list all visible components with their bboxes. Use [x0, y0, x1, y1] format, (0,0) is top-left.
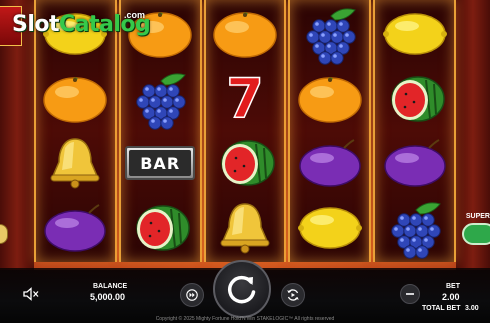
bet-value: 2.00 [442, 292, 460, 302]
plum-symbol [291, 133, 369, 193]
balance-value: 5,000.00 [90, 292, 126, 302]
grapes-symbol [376, 198, 454, 259]
super-label: SUPER [465, 213, 490, 220]
bell-symbol [36, 133, 114, 193]
total-bet-value: 3.00 [465, 305, 479, 312]
plum-symbol [36, 198, 114, 258]
reel-5 [373, 0, 456, 262]
lemon-symbol [376, 4, 454, 64]
turbo-icon [186, 289, 198, 301]
reel-3: 7 [203, 0, 287, 262]
grapes-symbol [291, 4, 369, 65]
bell-symbol [206, 198, 284, 258]
orange-symbol [36, 69, 114, 129]
orange-symbol [206, 4, 284, 64]
watermark-logo: SlotCatalog .com [4, 4, 154, 48]
reel-4 [288, 0, 372, 262]
plum-symbol [376, 133, 454, 193]
super-toggle[interactable] [462, 223, 490, 245]
bar-symbol-text: BAR [140, 153, 181, 173]
orange-symbol [291, 69, 369, 129]
watermark-suffix: .com [124, 10, 146, 20]
balance-label: BALANCE [93, 283, 128, 290]
sound-button[interactable] [18, 281, 44, 307]
autoplay-button[interactable] [281, 283, 305, 307]
grapes-symbol [121, 69, 199, 130]
turbo-button[interactable] [180, 283, 204, 307]
watermelon-symbol [206, 133, 284, 193]
total-bet-label: TOTAL BET [422, 305, 461, 312]
minus-icon [406, 293, 414, 295]
watermelon-symbol [121, 198, 199, 258]
bar-symbol: BAR [121, 133, 199, 193]
bet-label: BET [446, 283, 460, 290]
lemon-symbol [291, 198, 369, 258]
seven-symbol: 7 [206, 69, 284, 129]
watermark-brand-main: Slot [12, 12, 60, 37]
watermelon-symbol [376, 69, 454, 129]
copyright-footer: Copyright © 2025 Mighty Fortune Hold'N'W… [155, 316, 335, 322]
spin-icon [228, 275, 256, 304]
seven-symbol-text: 7 [225, 66, 264, 130]
bet-decrease-button[interactable] [400, 284, 420, 304]
autoplay-icon [287, 289, 299, 301]
sound-muted-icon [23, 287, 39, 301]
spin-button[interactable] [213, 260, 271, 318]
